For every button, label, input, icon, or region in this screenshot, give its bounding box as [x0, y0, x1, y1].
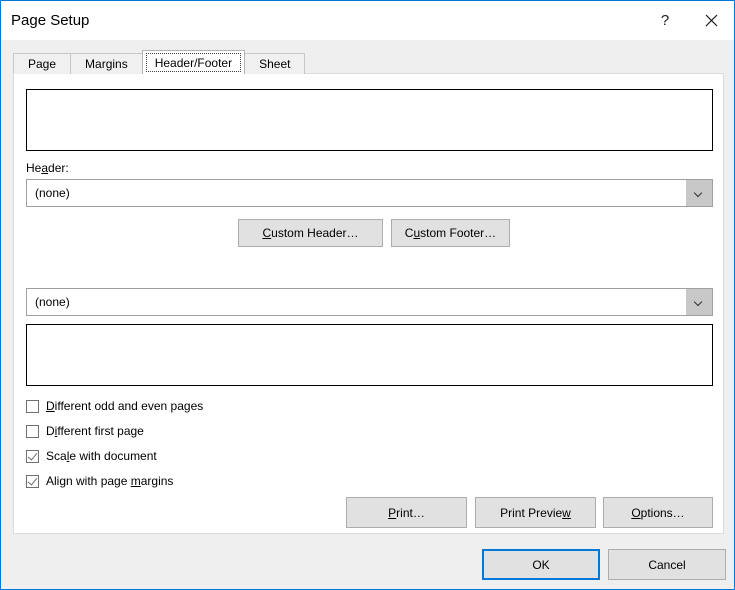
tab-label: Margins: [85, 57, 128, 71]
checkbox-box: [26, 425, 39, 438]
close-button[interactable]: [688, 1, 734, 40]
chevron-down-icon: [695, 298, 704, 307]
checkbox-box: [26, 450, 39, 463]
header-preview-box: [26, 89, 713, 151]
page-setup-dialog: Page Setup ? Page Margins Header/Footer: [0, 0, 735, 590]
checkbox-box: [26, 400, 39, 413]
tab-label: Page: [28, 57, 56, 71]
tab-sheet[interactable]: Sheet: [244, 53, 305, 74]
footer-combobox[interactable]: (none): [26, 288, 713, 316]
custom-footer-button[interactable]: Custom Footer…: [391, 219, 510, 247]
question-mark-icon: ?: [661, 13, 669, 28]
checkbox-label: Different first page: [46, 424, 144, 438]
header-combobox[interactable]: (none): [26, 179, 713, 207]
header-combobox-value: (none): [27, 186, 686, 200]
print-preview-button[interactable]: Print Preview: [475, 497, 596, 528]
checkbox-different-odd-even[interactable]: Different odd and even pages: [26, 399, 203, 413]
header-label: Header:: [26, 161, 69, 175]
help-button[interactable]: ?: [642, 1, 688, 40]
checkbox-align-with-page-margins[interactable]: Align with page margins: [26, 474, 173, 488]
footer-combobox-value: (none): [27, 295, 686, 309]
checkbox-label: Scale with document: [46, 449, 157, 463]
checkbox-scale-with-document[interactable]: Scale with document: [26, 449, 157, 463]
tab-page[interactable]: Page: [13, 53, 71, 74]
checkbox-label: Align with page margins: [46, 474, 173, 488]
dialog-title: Page Setup: [11, 12, 89, 29]
tab-label: Sheet: [259, 57, 290, 71]
title-bar-controls: ?: [642, 1, 734, 40]
tab-strip: Page Margins Header/Footer Sheet: [13, 51, 304, 74]
print-button[interactable]: Print…: [346, 497, 467, 528]
header-dropdown-button[interactable]: [686, 180, 712, 206]
close-icon: [705, 14, 718, 27]
tab-margins[interactable]: Margins: [70, 53, 143, 74]
footer-dropdown-button[interactable]: [686, 289, 712, 315]
title-bar: Page Setup ?: [1, 1, 734, 40]
checkbox-different-first-page[interactable]: Different first page: [26, 424, 144, 438]
tab-label: Header/Footer: [155, 56, 232, 70]
checkbox-box: [26, 475, 39, 488]
footer-preview-box: [26, 324, 713, 386]
ok-button[interactable]: OK: [482, 549, 600, 580]
header-footer-panel: Header: (none) Custom Header… Custom Foo…: [13, 73, 724, 534]
cancel-button[interactable]: Cancel: [608, 549, 726, 580]
checkbox-label: Different odd and even pages: [46, 399, 203, 413]
tab-header-footer[interactable]: Header/Footer: [142, 50, 245, 74]
custom-header-button[interactable]: Custom Header…: [238, 219, 383, 247]
chevron-down-icon: [695, 189, 704, 198]
options-button[interactable]: Options…: [603, 497, 713, 528]
